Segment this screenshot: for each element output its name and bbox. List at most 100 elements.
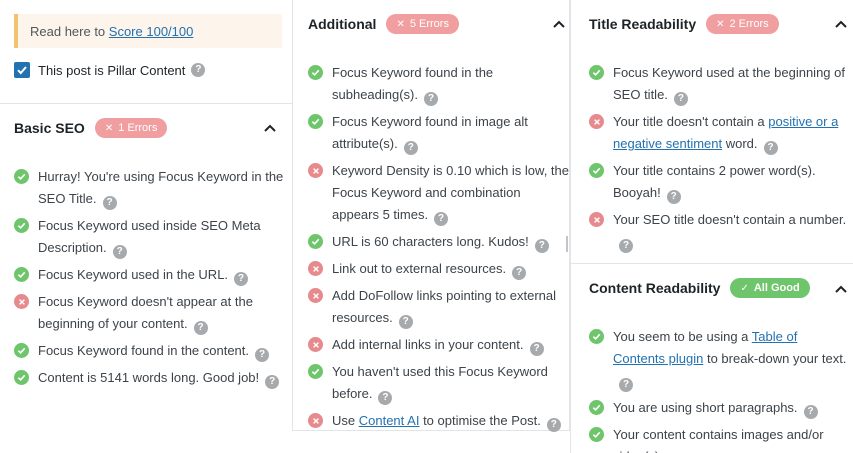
question-mark-icon[interactable]: ? [619,239,633,253]
check-item-text: Your SEO title doesn't contain a number.… [613,209,851,253]
chevron-up-icon[interactable] [834,284,848,294]
content-readability-header[interactable]: Content Readability ✓ All Good [589,278,810,298]
check-circle-icon [14,343,29,358]
check-item: Add internal links in your content.? [308,334,570,356]
check-item: Add DoFollow links pointing to external … [308,285,570,329]
check-item-label: Add DoFollow links pointing to external … [332,288,557,325]
question-mark-icon[interactable]: ? [102,196,117,210]
question-mark-icon[interactable]: ? [193,321,208,335]
check-item: Focus Keyword found in the content.? [14,340,286,362]
question-mark-icon[interactable]: ? [546,418,561,432]
check-item-label: Hurray! You're using Focus Keyword in th… [38,169,284,206]
check-item-text: Link out to external resources.? [332,258,527,280]
check-item-label: Your SEO title doesn't contain a number. [613,212,847,227]
check-item-label: Keyword Density is 0.10 which is low, th… [332,163,569,222]
question-mark-icon[interactable]: ? [398,315,413,329]
check-item-text: You are using short paragraphs.? [613,397,818,419]
check-circle-icon [589,65,604,80]
question-mark-icon[interactable]: ? [803,405,818,419]
cross-circle-icon [308,261,323,276]
question-mark-icon[interactable]: ? [512,266,527,280]
check-item-label: Link out to external resources. [332,261,507,276]
resize-handle[interactable] [566,236,568,252]
check-circle-icon [589,427,604,442]
cross-circle-icon [589,114,604,129]
check-item-label: Focus Keyword used at the beginning of S… [613,65,845,102]
question-mark-icon[interactable]: ? [265,375,280,389]
check-item-text: Add DoFollow links pointing to external … [332,285,570,329]
check-item-text-suffix: to break-down your text. [703,351,847,366]
check-item: Focus Keyword found in the subheading(s)… [308,62,570,106]
check-item: Focus Keyword used in the URL.? [14,264,286,286]
basic-seo-header[interactable]: Basic SEO ✕ 1 Errors [14,118,168,138]
additional-header[interactable]: Additional ✕ 5 Errors [308,14,459,34]
question-mark-icon[interactable]: ? [666,190,681,204]
error-badge: ✕ 5 Errors [386,14,459,34]
check-item: Your SEO title doesn't contain a number.… [589,209,851,253]
check-item: You haven't used this Focus Keyword befo… [308,361,570,405]
check-circle-icon [14,370,29,385]
cross-circle-icon [308,288,323,303]
check-item-text: You seem to be using a Table of Contents… [613,326,851,392]
question-mark-icon[interactable]: ? [424,92,438,106]
check-item-link[interactable]: Content AI [359,413,420,428]
question-mark-icon[interactable]: ? [112,245,127,259]
check-item-label: Your title contains 2 power word(s). Boo… [613,163,816,200]
check-circle-icon [308,364,323,379]
question-mark-icon[interactable]: ? [434,212,449,226]
question-mark-icon[interactable]: ? [378,391,393,405]
check-item: You seem to be using a Table of Contents… [589,326,851,392]
check-circle-icon [308,114,323,129]
check-item: Your content contains images and/or vide… [589,424,851,453]
chevron-up-icon[interactable] [263,123,277,133]
check-item-label: Add internal links in your content. [332,337,524,352]
question-mark-icon[interactable]: ? [529,342,544,356]
title-readability-header[interactable]: Title Readability ✕ 2 Errors [589,14,779,34]
section-title: Basic SEO [14,120,85,136]
check-circle-icon [308,65,323,80]
check-item-label: Focus Keyword found in the subheading(s)… [332,65,494,102]
check-item-text-suffix: to optimise the Post. [419,413,541,428]
question-mark-icon[interactable]: ? [619,378,633,392]
check-item-text: Focus Keyword doesn't appear at the begi… [38,291,286,335]
divider [571,263,853,264]
cross-icon: ✕ [396,18,405,30]
question-mark-icon[interactable]: ? [191,63,206,77]
section-title: Content Readability [589,280,721,296]
cross-circle-icon [308,413,323,428]
question-mark-icon[interactable]: ? [673,92,688,106]
chevron-up-icon[interactable] [834,19,848,29]
chevron-up-icon[interactable] [552,19,566,29]
check-item-label: Focus Keyword doesn't appear at the begi… [38,294,253,331]
title-readability-list: Focus Keyword used at the beginning of S… [589,62,851,258]
check-item-text: Your title contains 2 power word(s). Boo… [613,160,851,204]
check-item: Use Content AI to optimise the Post.? [308,410,570,432]
pillar-content-checkbox[interactable] [14,62,30,78]
cross-circle-icon [308,337,323,352]
basic-seo-column: Read here to Score 100/100 This post is … [0,0,292,453]
question-mark-icon[interactable]: ? [534,239,549,253]
cross-icon: ✕ [104,122,114,134]
check-icon: ✓ [740,282,749,294]
question-mark-icon[interactable]: ? [234,272,249,286]
check-item-text: Focus Keyword used inside SEO Meta Descr… [38,215,286,259]
check-circle-icon [308,234,323,249]
content-readability-list: You seem to be using a Table of Contents… [589,326,851,453]
check-item-label: Focus Keyword found in image alt attribu… [332,114,528,151]
question-mark-icon[interactable]: ? [763,141,778,155]
check-item-label: Focus Keyword used in the URL. [38,267,229,282]
check-item-label: Content is 5141 words long. Good job! [38,370,260,385]
check-item-text: Focus Keyword found in image alt attribu… [332,111,570,155]
score-link[interactable]: Score 100/100 [109,24,194,39]
error-badge: ✕ 1 Errors [94,118,168,138]
question-mark-icon[interactable]: ? [255,348,270,362]
check-item-text: Your title doesn't contain a positive or… [613,111,851,155]
cross-circle-icon [14,294,29,309]
check-item-label: URL is 60 characters long. Kudos! [332,234,529,249]
question-mark-icon[interactable]: ? [403,141,418,155]
pillar-content-checkbox-row[interactable]: This post is Pillar Content ? [14,62,206,78]
check-item-text: Focus Keyword found in the content.? [38,340,270,362]
check-item: Focus Keyword used at the beginning of S… [589,62,851,106]
check-item: URL is 60 characters long. Kudos!? [308,231,570,253]
badge-label: 2 Errors [729,18,769,30]
